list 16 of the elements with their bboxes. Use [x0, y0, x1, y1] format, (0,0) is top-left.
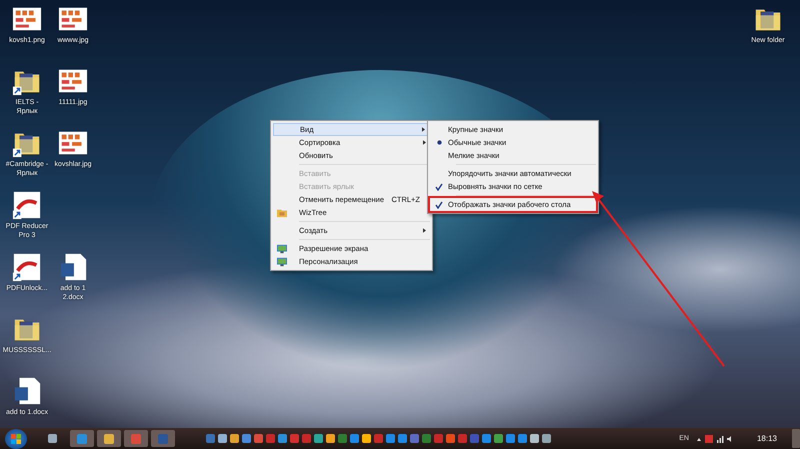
taskbar-app-button[interactable] — [70, 430, 94, 447]
app-icon[interactable] — [48, 434, 57, 443]
pdf-file-icon[interactable] — [12, 190, 42, 220]
monitor-icon — [277, 244, 287, 254]
start-button[interactable] — [5, 428, 27, 448]
windows-logo-icon — [11, 434, 21, 444]
word-file-icon[interactable] — [58, 252, 88, 282]
submenu-arrow-icon — [423, 140, 426, 145]
clock[interactable]: 18:13 — [756, 434, 777, 443]
folder-icon — [277, 208, 287, 218]
pdf-file-icon[interactable] — [12, 252, 42, 282]
taskbar-app-button[interactable] — [97, 430, 121, 447]
monitor-icon — [277, 256, 287, 266]
word-file-icon[interactable] — [12, 376, 42, 406]
submenu-arrow-icon — [423, 228, 426, 233]
submenu-arrow-icon — [422, 127, 425, 132]
